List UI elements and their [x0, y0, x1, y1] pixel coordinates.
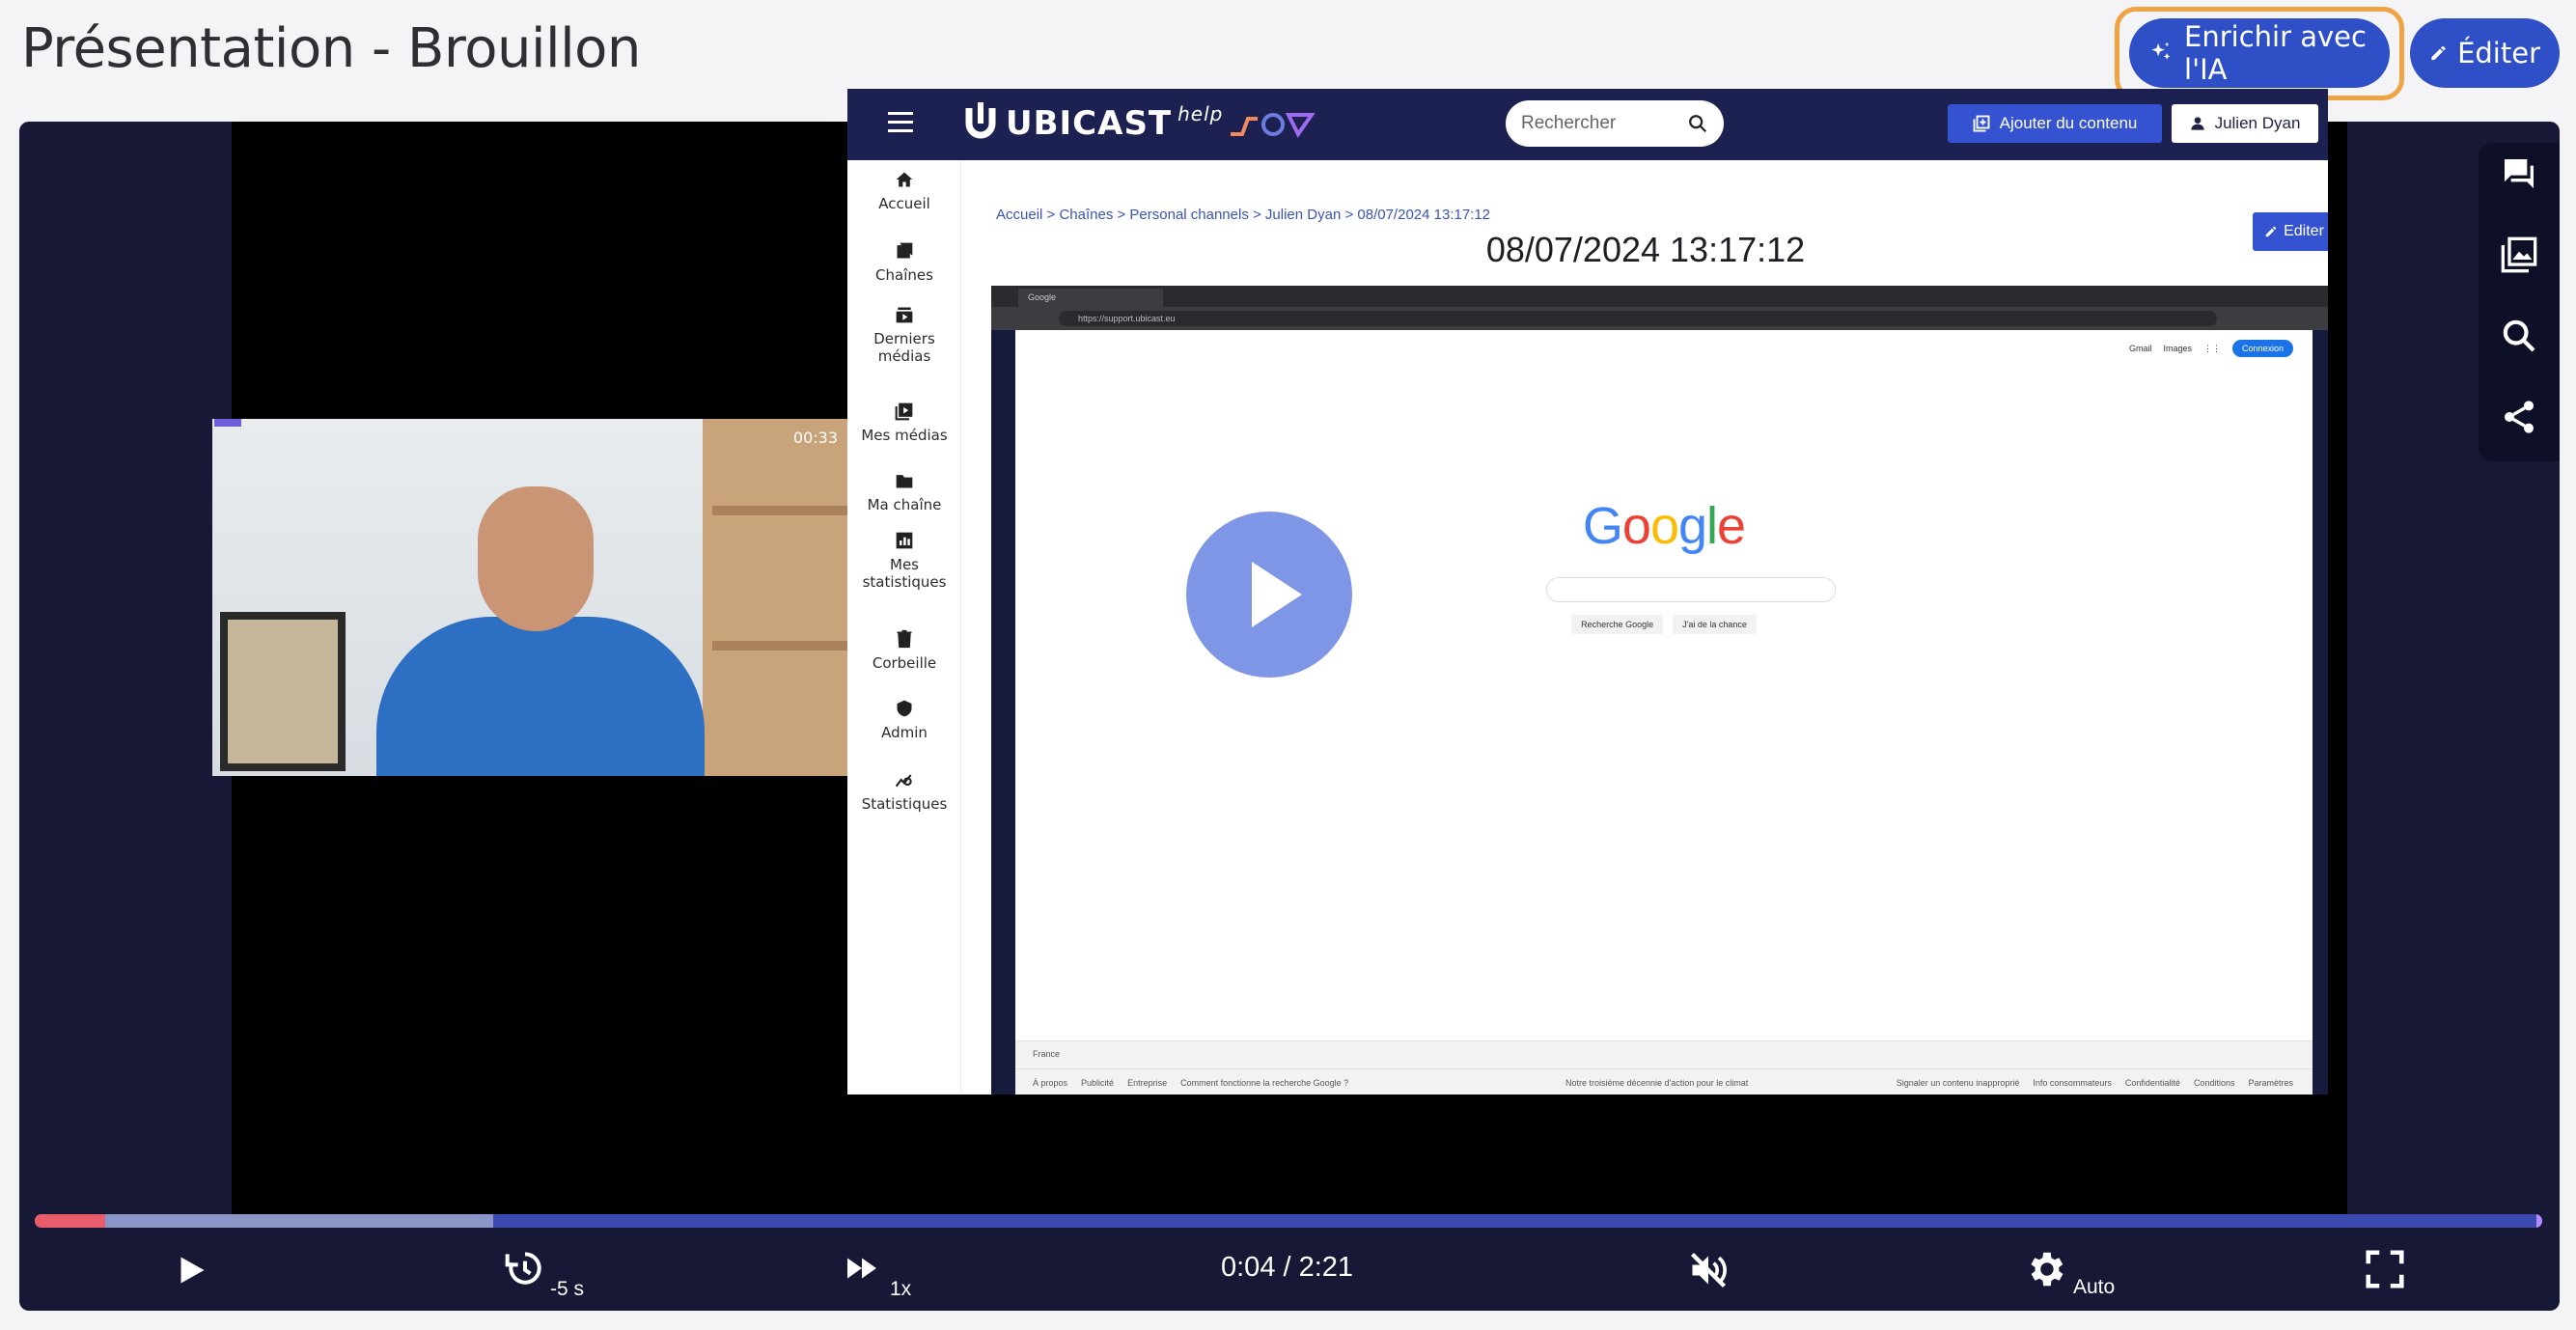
enrich-ai-label: Enrichir avec l'IA: [2184, 20, 2367, 86]
google-footer: France À propos Publicité Entreprise Com…: [1015, 1040, 2313, 1094]
time-readout: 0:04 / 2:21: [1221, 1252, 1354, 1283]
google-top-links: Gmail Images ⋮⋮ Connexion: [2129, 340, 2293, 357]
google-connect: Connexion: [2231, 340, 2293, 357]
speed-label: 1x: [890, 1278, 912, 1300]
sidebar-item-ma-chaine: Ma chaîne: [847, 471, 961, 513]
recorded-browser: Google https://support.ubicast.eu Gmail …: [991, 286, 2328, 1094]
pencil-icon: [2431, 45, 2446, 61]
add-content-label: Ajouter du contenu: [1999, 114, 2138, 132]
progress-end-marker: [2536, 1214, 2542, 1228]
play-icon[interactable]: [174, 1252, 208, 1288]
share-icon[interactable]: [2500, 398, 2538, 436]
search-icon[interactable]: [2500, 317, 2538, 355]
fast-forward-icon: [847, 1258, 876, 1279]
breadcrumb: Accueil > Chaînes > Personal channels > …: [996, 207, 1491, 223]
google-lucky-button: J'ai de la chance: [1673, 615, 1757, 634]
big-play-button[interactable]: [1186, 512, 1352, 678]
painting-frame: [220, 612, 346, 771]
ubicast-topbar: UBICAST help Rechercher Ajouter du conte…: [847, 89, 2328, 160]
pencil-icon: [2265, 226, 2277, 237]
ubicast-sidebar: Accueil Chaînes Derniers médias Mes médi…: [847, 160, 961, 1094]
stats-icon: [896, 532, 913, 549]
sparkles-icon: [2151, 42, 2171, 60]
sidebar-item-admin: Admin: [847, 699, 961, 741]
progress-played: [35, 1214, 105, 1228]
sidebar-item-corbeille: Corbeille: [847, 629, 961, 672]
sidebar-item-derniers-medias: Derniers médias: [847, 305, 961, 365]
user-name: Julien Dyan: [2214, 114, 2301, 132]
sidebar-item-mes-statistiques: Mes statistiques: [847, 531, 961, 591]
enrich-ai-button[interactable]: Enrichir avec l'IA: [2129, 18, 2390, 88]
edit-button[interactable]: Éditer: [2410, 18, 2560, 88]
ubicast-logo-icon: [965, 102, 996, 139]
settings-gear-icon: [2031, 1252, 2064, 1287]
google-search-box: [1546, 577, 1836, 602]
menu-icon: [888, 112, 913, 133]
rewind-label: -5 s: [550, 1278, 585, 1300]
rewind-icon: [505, 1252, 541, 1285]
comments-icon[interactable]: [2500, 154, 2538, 193]
slides-icon[interactable]: [2500, 236, 2538, 274]
sidebar-item-mes-medias: Mes médias: [847, 402, 961, 444]
sidebar-item-accueil: Accueil: [847, 170, 961, 212]
mute-icon[interactable]: [1687, 1249, 1730, 1291]
search-icon: [1689, 115, 1707, 133]
speaker-video: 00:33: [212, 419, 847, 776]
quality-button[interactable]: Auto: [2023, 1247, 2139, 1305]
ubicast-logo: UBICAST help: [961, 102, 1316, 145]
trash-icon: [897, 629, 912, 649]
admin-icon: [897, 700, 912, 717]
home-icon: [896, 172, 913, 187]
fullscreen-icon[interactable]: [2363, 1247, 2407, 1291]
screen-recording: UBICAST help Rechercher Ajouter du conte…: [847, 89, 2328, 1094]
google-page: Gmail Images ⋮⋮ Connexion Google Recherc…: [1015, 330, 2313, 1094]
sidebar-item-statistiques: Statistiques: [847, 770, 961, 813]
browser-url: https://support.ubicast.eu: [1059, 311, 2217, 326]
ubicast-search-placeholder: Rechercher: [1521, 113, 1617, 133]
speaker: [357, 477, 724, 776]
google-search-button: Recherche Google: [1571, 615, 1664, 634]
page-title: Présentation - Brouillon: [21, 17, 641, 80]
analytics-icon: [895, 774, 912, 788]
progress-bar[interactable]: [35, 1214, 2542, 1228]
ubicast-search: Rechercher: [1506, 100, 1724, 147]
user-icon: [2190, 117, 2204, 130]
speed-button[interactable]: 1x: [842, 1251, 919, 1305]
apps-icon: ⋮⋮: [2202, 343, 2221, 353]
user-button: Julien Dyan: [2172, 104, 2318, 143]
edit-label: Éditer: [2457, 37, 2540, 69]
add-content-button: Ajouter du contenu: [1948, 104, 2162, 143]
quality-label: Auto: [2073, 1276, 2116, 1298]
ubicast-help: help: [1177, 102, 1224, 125]
rewind-button[interactable]: -5 s: [504, 1247, 591, 1305]
media-edit-button: Editer: [2253, 212, 2328, 251]
media-title: 08/07/2024 13:17:12: [1485, 230, 1806, 269]
latest-media-icon: [896, 307, 913, 323]
pip-timestamp: 00:33: [792, 429, 838, 447]
add-media-icon: [1973, 115, 1990, 132]
ubicast-shapes-icon: [1231, 113, 1316, 138]
folder-icon: [896, 475, 913, 488]
my-media-icon: [895, 402, 913, 421]
browser-tab: Google: [1018, 289, 1163, 307]
player-side-panel: [2479, 143, 2560, 461]
ubicast-brand: UBICAST: [1006, 104, 1173, 143]
